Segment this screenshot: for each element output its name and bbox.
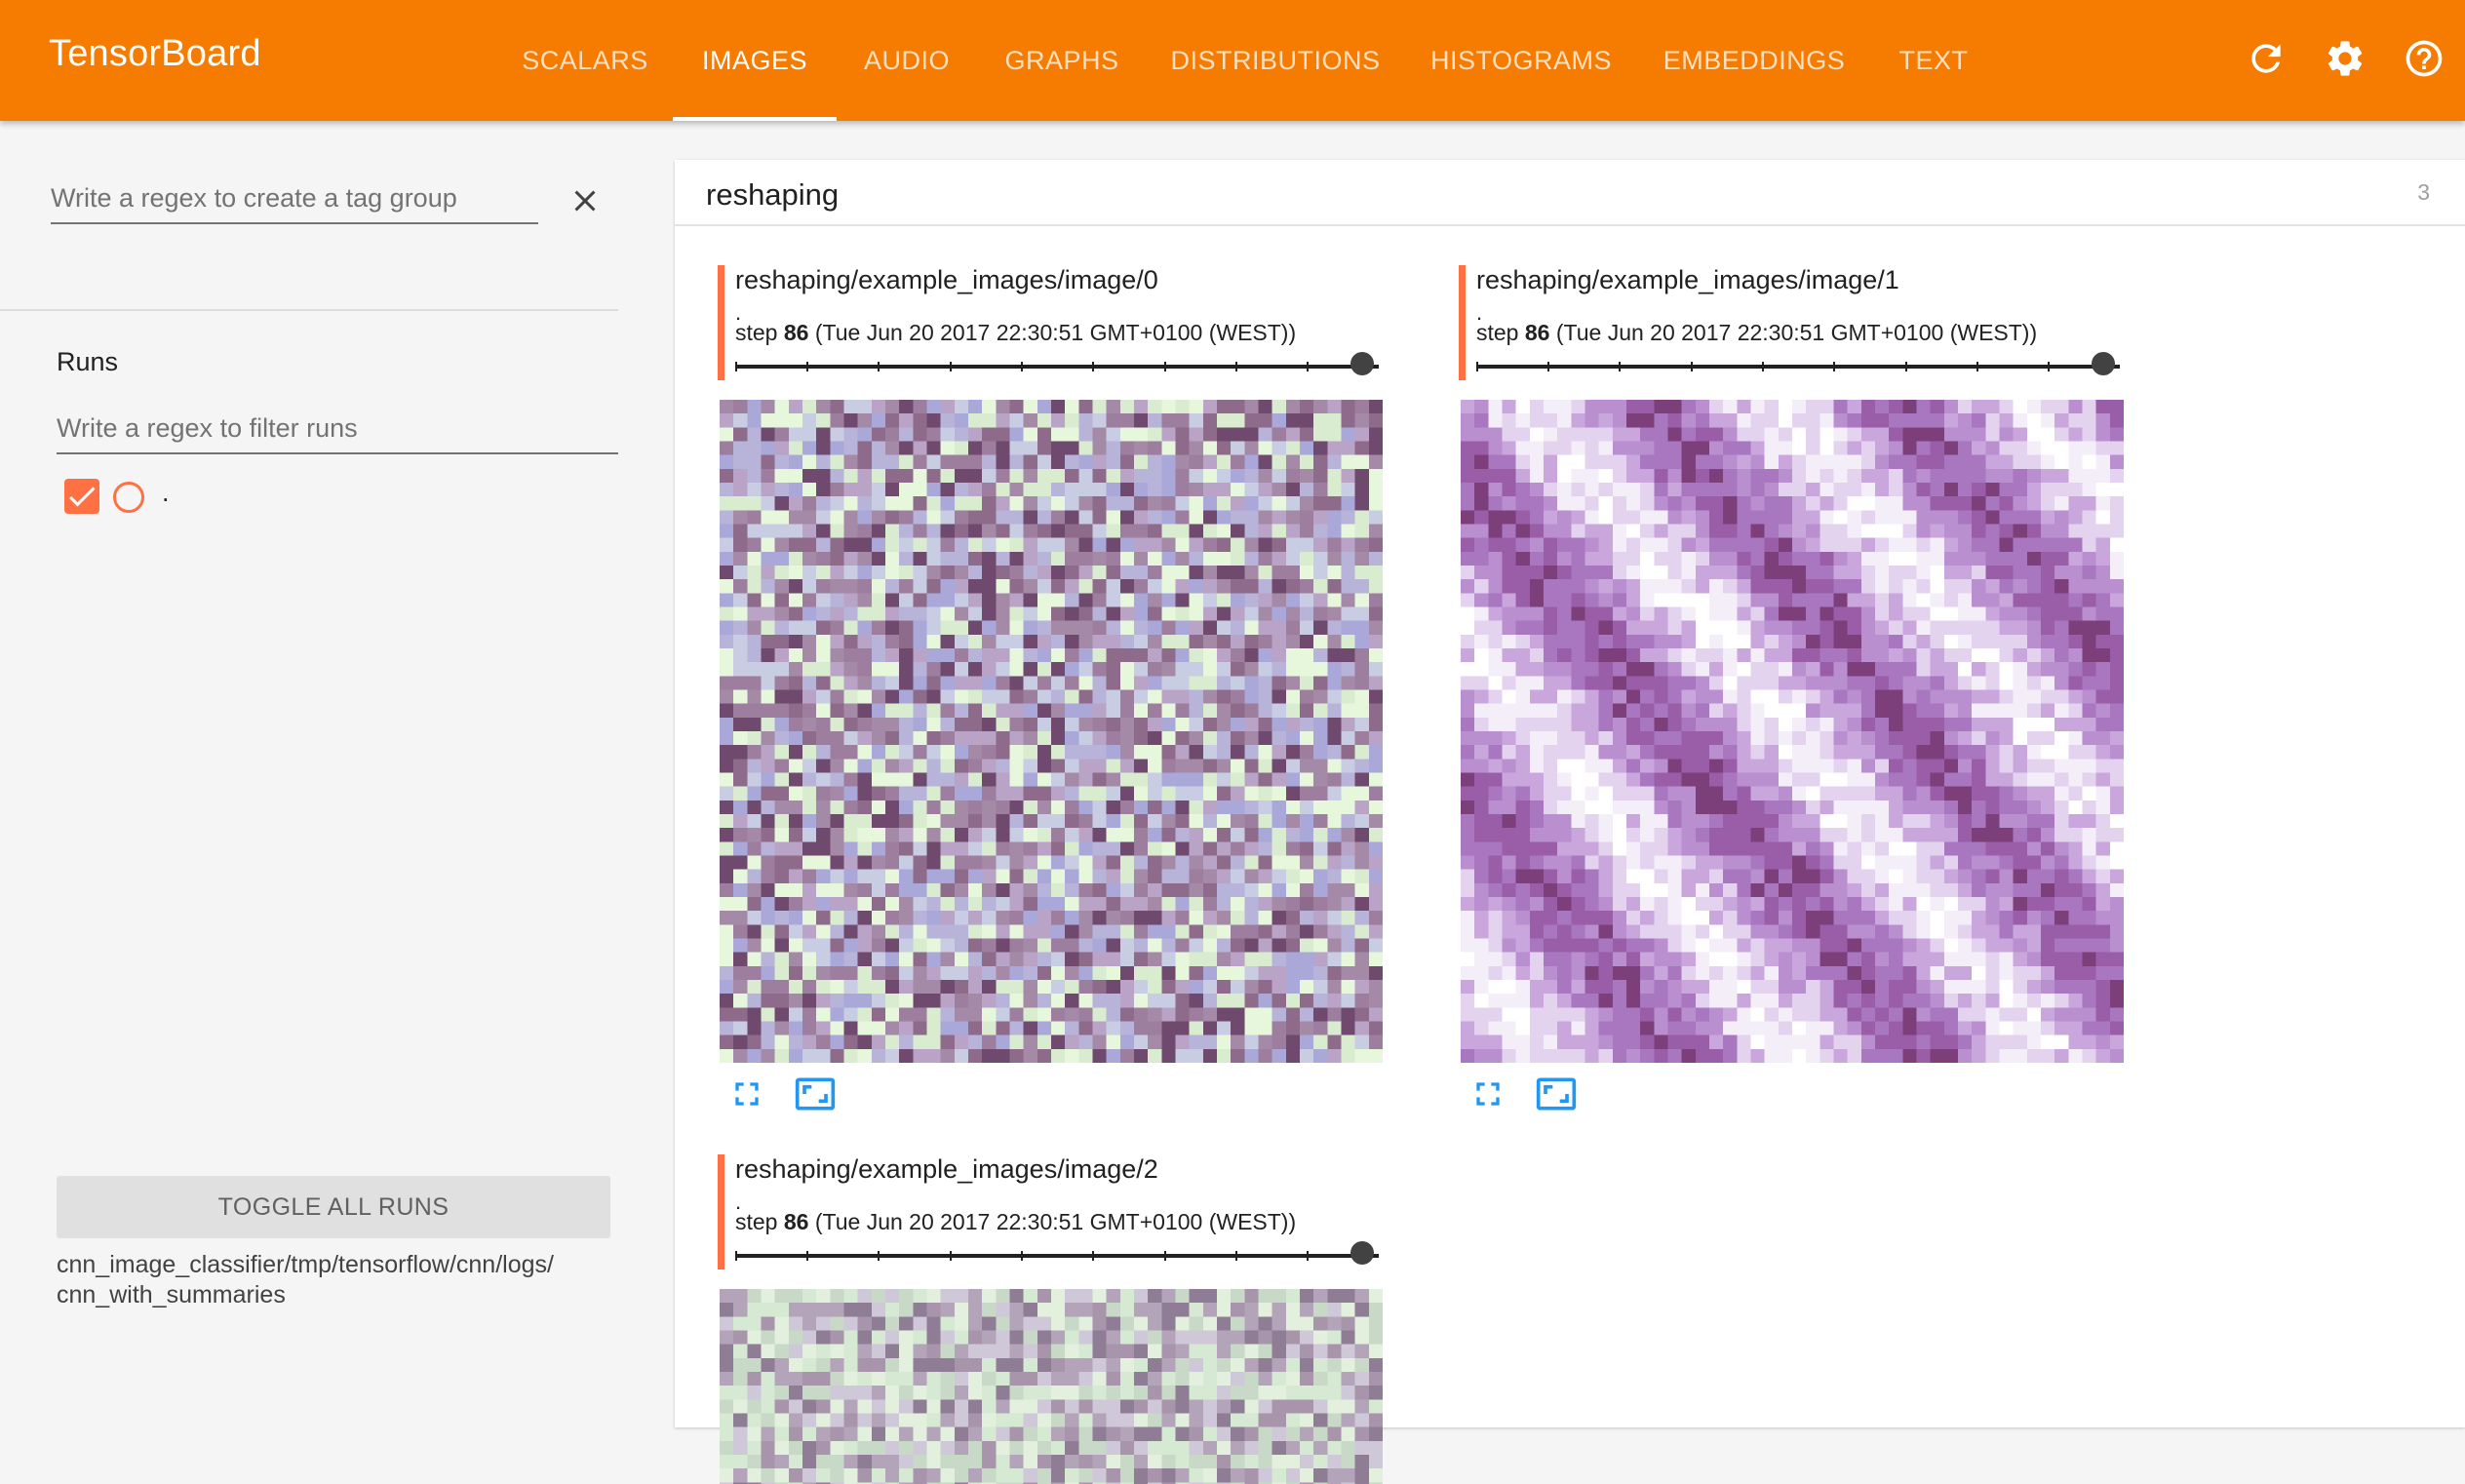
slider-tick bbox=[1164, 362, 1166, 371]
tab-embeddings[interactable]: EMBEDDINGS bbox=[1660, 0, 1849, 121]
step-info: step 86 (Tue Jun 20 2017 22:30:51 GMT+01… bbox=[1476, 320, 2037, 346]
step-slider-track[interactable] bbox=[735, 365, 1379, 369]
step-slider-knob[interactable] bbox=[1350, 1241, 1374, 1265]
slider-tick bbox=[1092, 1251, 1094, 1261]
tab-images[interactable]: IMAGES bbox=[673, 0, 837, 121]
run-checkbox[interactable] bbox=[64, 479, 99, 514]
step-info: step 86 (Tue Jun 20 2017 22:30:51 GMT+01… bbox=[735, 1209, 1296, 1235]
main-content: reshaping 3 reshaping/example_images/ima… bbox=[675, 121, 2465, 1355]
toggle-all-runs-button[interactable]: TOGGLE ALL RUNS bbox=[57, 1176, 610, 1238]
tab-audio[interactable]: AUDIO bbox=[846, 0, 967, 121]
slider-tick bbox=[1976, 362, 1978, 371]
tag-group-card: reshaping 3 reshaping/example_images/ima… bbox=[675, 160, 2465, 1427]
tag-group-regex-input[interactable]: Write a regex to create a tag group bbox=[51, 179, 538, 224]
image-tag-title: reshaping/example_images/image/0 bbox=[735, 265, 1158, 295]
step-value: 86 bbox=[784, 1209, 809, 1234]
step-value: 86 bbox=[1525, 320, 1550, 345]
fullscreen-icon[interactable] bbox=[727, 1074, 766, 1113]
log-directory-line: cnn_with_summaries bbox=[57, 1280, 642, 1310]
tab-text[interactable]: TEXT bbox=[1890, 0, 1977, 121]
slider-tick bbox=[1092, 362, 1094, 371]
settings-icon[interactable] bbox=[2324, 37, 2367, 80]
fullscreen-icon[interactable] bbox=[1468, 1074, 1507, 1113]
runs-filter-input[interactable]: Write a regex to filter runs bbox=[57, 410, 618, 454]
tag-group-title: reshaping bbox=[706, 177, 839, 213]
tab-scalars[interactable]: SCALARS bbox=[507, 0, 663, 121]
app-title: TensorBoard bbox=[49, 33, 261, 75]
run-color-bar bbox=[1459, 265, 1466, 380]
step-label: step bbox=[735, 1209, 777, 1234]
slider-tick bbox=[1833, 362, 1835, 371]
slider-tick bbox=[1164, 1251, 1166, 1261]
slider-tick bbox=[878, 362, 880, 371]
tab-graphs[interactable]: GRAPHS bbox=[993, 0, 1131, 121]
log-directory: cnn_image_classifier/tmp/tensorflow/cnn/… bbox=[57, 1250, 642, 1310]
tab-histograms[interactable]: HISTOGRAMS bbox=[1424, 0, 1619, 121]
slider-tick bbox=[1691, 362, 1693, 371]
slider-tick bbox=[806, 1251, 808, 1261]
tab-distributions[interactable]: DISTRIBUTIONS bbox=[1166, 0, 1385, 121]
slider-tick bbox=[735, 362, 737, 371]
slider-tick bbox=[1476, 362, 1478, 371]
help-icon[interactable] bbox=[2403, 37, 2445, 80]
slider-tick bbox=[1235, 362, 1237, 371]
slider-tick bbox=[878, 1251, 880, 1261]
run-color-bar bbox=[718, 1154, 724, 1269]
step-value: 86 bbox=[784, 320, 809, 345]
sidebar-divider bbox=[0, 309, 618, 311]
slider-tick bbox=[2048, 362, 2050, 371]
step-label: step bbox=[735, 320, 777, 345]
sample-image[interactable] bbox=[720, 400, 1383, 1063]
slider-tick bbox=[950, 1251, 952, 1261]
step-slider-knob[interactable] bbox=[2092, 352, 2115, 375]
slider-tick bbox=[1307, 362, 1309, 371]
step-label: step bbox=[1476, 320, 1518, 345]
slider-tick bbox=[1619, 362, 1621, 371]
slider-tick bbox=[735, 1251, 737, 1261]
slider-tick bbox=[1762, 362, 1764, 371]
step-slider-knob[interactable] bbox=[1350, 352, 1374, 375]
slider-tick bbox=[1547, 362, 1549, 371]
slider-tick bbox=[950, 362, 952, 371]
run-color-bar bbox=[718, 265, 724, 380]
sidebar: Write a regex to create a tag group Runs… bbox=[0, 121, 675, 1355]
slider-tick bbox=[806, 362, 808, 371]
sample-image[interactable] bbox=[1461, 400, 2124, 1063]
top-app-bar: TensorBoard SCALARS IMAGES AUDIO GRAPHS … bbox=[0, 0, 2465, 121]
step-slider-track[interactable] bbox=[1476, 365, 2120, 369]
step-timestamp: (Tue Jun 20 2017 22:30:51 GMT+0100 (WEST… bbox=[815, 1209, 1296, 1234]
sample-image[interactable] bbox=[720, 1289, 1383, 1484]
check-icon bbox=[64, 479, 99, 514]
tag-group-count: 3 bbox=[2417, 179, 2430, 206]
slider-tick bbox=[1307, 1251, 1309, 1261]
actual-size-icon[interactable] bbox=[1535, 1073, 1578, 1115]
close-icon[interactable] bbox=[567, 183, 603, 218]
run-color-radio[interactable] bbox=[113, 482, 144, 513]
run-name: . bbox=[162, 478, 170, 508]
image-tag-title: reshaping/example_images/image/2 bbox=[735, 1154, 1158, 1185]
actual-size-icon[interactable] bbox=[794, 1073, 837, 1115]
step-timestamp: (Tue Jun 20 2017 22:30:51 GMT+0100 (WEST… bbox=[1556, 320, 2037, 345]
step-timestamp: (Tue Jun 20 2017 22:30:51 GMT+0100 (WEST… bbox=[815, 320, 1296, 345]
slider-tick bbox=[1905, 362, 1907, 371]
image-tag-title: reshaping/example_images/image/1 bbox=[1476, 265, 1899, 295]
step-info: step 86 (Tue Jun 20 2017 22:30:51 GMT+01… bbox=[735, 320, 1296, 346]
slider-tick bbox=[1021, 362, 1023, 371]
log-directory-line: cnn_image_classifier/tmp/tensorflow/cnn/… bbox=[57, 1250, 642, 1280]
tag-group-header[interactable]: reshaping 3 bbox=[675, 160, 2465, 226]
runs-title: Runs bbox=[57, 347, 118, 377]
slider-tick bbox=[1021, 1251, 1023, 1261]
refresh-icon[interactable] bbox=[2245, 37, 2288, 80]
slider-tick bbox=[1235, 1251, 1237, 1261]
step-slider-track[interactable] bbox=[735, 1254, 1379, 1258]
